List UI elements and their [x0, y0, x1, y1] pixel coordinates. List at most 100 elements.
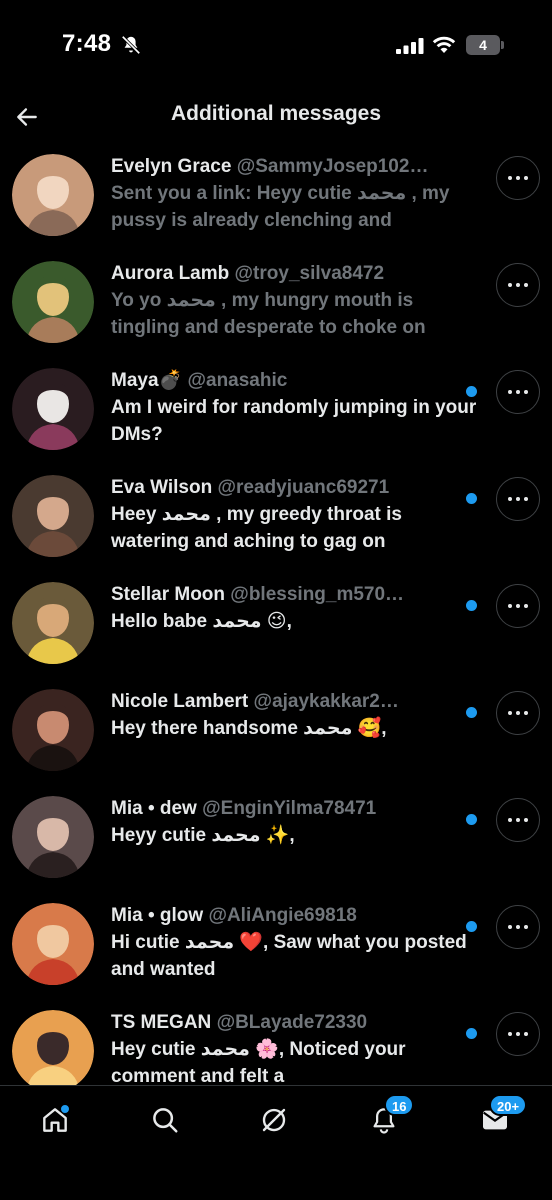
grok-icon — [262, 1108, 286, 1132]
more-horizontal-icon — [508, 283, 528, 287]
avatar[interactable] — [12, 796, 94, 878]
sender-name: TS MEGAN — [111, 1012, 212, 1033]
message-content: Mia • dew @EnginYilma78471 Heyy cutie مح… — [111, 796, 483, 849]
sender-line: Aurora Lamb @troy_silva8472 — [111, 261, 483, 287]
message-row[interactable]: Maya💣 @anasahic Am I weird for randomly … — [0, 362, 552, 469]
message-preview: Hey cutie محمد 🌸, Noticed your comment a… — [111, 1039, 406, 1085]
unread-indicator — [466, 1028, 477, 1039]
nav-home[interactable] — [27, 1100, 83, 1140]
more-options-button[interactable] — [496, 1012, 540, 1056]
message-content: Eva Wilson @readyjuanc69271 Heey محمد , … — [111, 475, 483, 555]
message-content: Mia • glow @AliAngie69818 Hi cutie محمد … — [111, 903, 483, 983]
message-list: Evelyn Grace @SammyJosep102… Sent you a … — [0, 148, 552, 1085]
message-row[interactable]: Mia • dew @EnginYilma78471 Heyy cutie مح… — [0, 790, 552, 897]
battery-cap — [501, 41, 504, 49]
avatar[interactable] — [12, 261, 94, 343]
wifi-icon — [432, 36, 456, 53]
sender-line: TS MEGAN @BLayade72330 — [111, 1010, 483, 1036]
sender-line: Mia • glow @AliAngie69818 — [111, 903, 483, 929]
avatar[interactable] — [12, 689, 94, 771]
more-horizontal-icon — [508, 176, 528, 180]
status-time: 7:48 — [62, 30, 112, 57]
sender-name: Eva Wilson — [111, 477, 213, 498]
message-row[interactable]: Evelyn Grace @SammyJosep102… Sent you a … — [0, 148, 552, 255]
more-options-button[interactable] — [496, 477, 540, 521]
message-content: Nicole Lambert @ajaykakkar2… Hey there h… — [111, 689, 483, 742]
more-horizontal-icon — [508, 497, 528, 501]
message-row[interactable]: Eva Wilson @readyjuanc69271 Heey محمد , … — [0, 469, 552, 576]
message-preview: Hey there handsome محمد 🥰, — [111, 718, 387, 739]
sender-line: Stellar Moon @blessing_m570… — [111, 582, 483, 608]
sender-handle: @troy_silva8472 — [234, 263, 385, 284]
sender-handle: @blessing_m570… — [230, 584, 405, 605]
unread-indicator — [466, 386, 477, 397]
more-options-button[interactable] — [496, 156, 540, 200]
more-horizontal-icon — [508, 925, 528, 929]
sender-name: Evelyn Grace — [111, 156, 232, 177]
bell-off-icon — [121, 35, 141, 55]
sender-name: Nicole Lambert — [111, 691, 249, 712]
avatar[interactable] — [12, 903, 94, 985]
more-options-button[interactable] — [496, 798, 540, 842]
sender-line: Mia • dew @EnginYilma78471 — [111, 796, 483, 822]
nav-grok[interactable] — [246, 1100, 302, 1140]
message-preview: Am I weird for randomly jumping in your … — [111, 397, 477, 445]
message-content: Stellar Moon @blessing_m570… Hello babe … — [111, 582, 483, 635]
avatar[interactable] — [12, 582, 94, 664]
sender-handle: @anasahic — [187, 370, 288, 391]
message-preview: Heyy cutie محمد ✨, — [111, 825, 295, 846]
message-row[interactable]: Mia • glow @AliAngie69818 Hi cutie محمد … — [0, 897, 552, 1004]
nav-search[interactable] — [137, 1100, 193, 1140]
sender-handle: @ajaykakkar2… — [253, 691, 399, 712]
message-content: Evelyn Grace @SammyJosep102… Sent you a … — [111, 154, 483, 234]
message-preview: Sent you a link: Heyy cutie محمد , my pu… — [111, 183, 450, 231]
home-new-indicator — [60, 1104, 70, 1114]
message-preview: Hi cutie محمد ❤️, Saw what you posted an… — [111, 932, 467, 980]
sender-line: Maya💣 @anasahic — [111, 368, 483, 394]
sender-handle: @AliAngie69818 — [208, 905, 357, 926]
message-row[interactable]: Stellar Moon @blessing_m570… Hello babe … — [0, 576, 552, 683]
signal-icon — [396, 38, 424, 54]
message-row[interactable]: TS MEGAN @BLayade72330 Hey cutie محمد 🌸,… — [0, 1004, 552, 1085]
sender-line: Eva Wilson @readyjuanc69271 — [111, 475, 483, 501]
sender-name: Mia • glow — [111, 905, 204, 926]
nav-notifications[interactable]: 16 — [356, 1094, 415, 1140]
nav-messages[interactable]: 20+ — [467, 1094, 528, 1140]
unread-indicator — [466, 814, 477, 825]
message-row[interactable]: Aurora Lamb @troy_silva8472 Yo yo محمد ,… — [0, 255, 552, 362]
message-row[interactable]: Nicole Lambert @ajaykakkar2… Hey there h… — [0, 683, 552, 790]
more-options-button[interactable] — [496, 370, 540, 414]
page-title: Additional messages — [170, 102, 382, 125]
sender-line: Evelyn Grace @SammyJosep102… — [111, 154, 483, 180]
sender-handle: @EnginYilma78471 — [202, 798, 377, 819]
unread-indicator — [466, 600, 477, 611]
more-options-button[interactable] — [496, 905, 540, 949]
message-preview: Yo yo محمد , my hungry mouth is tingling… — [111, 290, 426, 338]
sender-name: Aurora Lamb — [111, 263, 230, 284]
more-options-button[interactable] — [496, 263, 540, 307]
more-options-button[interactable] — [496, 691, 540, 735]
messages-count-badge: 20+ — [489, 1094, 528, 1116]
status-bar: 7:48 4 — [0, 0, 552, 90]
sender-handle: @readyjuanc69271 — [217, 477, 390, 498]
search-icon — [153, 1108, 178, 1133]
more-horizontal-icon — [508, 1032, 528, 1036]
more-horizontal-icon — [508, 604, 528, 608]
sender-name: Mia • dew — [111, 798, 197, 819]
more-horizontal-icon — [508, 390, 528, 394]
avatar[interactable] — [12, 154, 94, 236]
bottom-navigation: 16 20+ — [0, 1085, 552, 1200]
more-options-button[interactable] — [496, 584, 540, 628]
avatar[interactable] — [12, 475, 94, 557]
unread-indicator — [466, 493, 477, 504]
avatar[interactable] — [12, 1010, 94, 1085]
message-preview: Heey محمد , my greedy throat is watering… — [111, 504, 402, 552]
message-content: Aurora Lamb @troy_silva8472 Yo yo محمد ,… — [111, 261, 483, 341]
more-horizontal-icon — [508, 818, 528, 822]
sender-name: Stellar Moon — [111, 584, 226, 605]
message-preview: Hello babe محمد 😉, — [111, 611, 292, 632]
unread-indicator — [466, 921, 477, 932]
avatar[interactable] — [12, 368, 94, 450]
sender-line: Nicole Lambert @ajaykakkar2… — [111, 689, 483, 715]
message-content: TS MEGAN @BLayade72330 Hey cutie محمد 🌸,… — [111, 1010, 483, 1085]
